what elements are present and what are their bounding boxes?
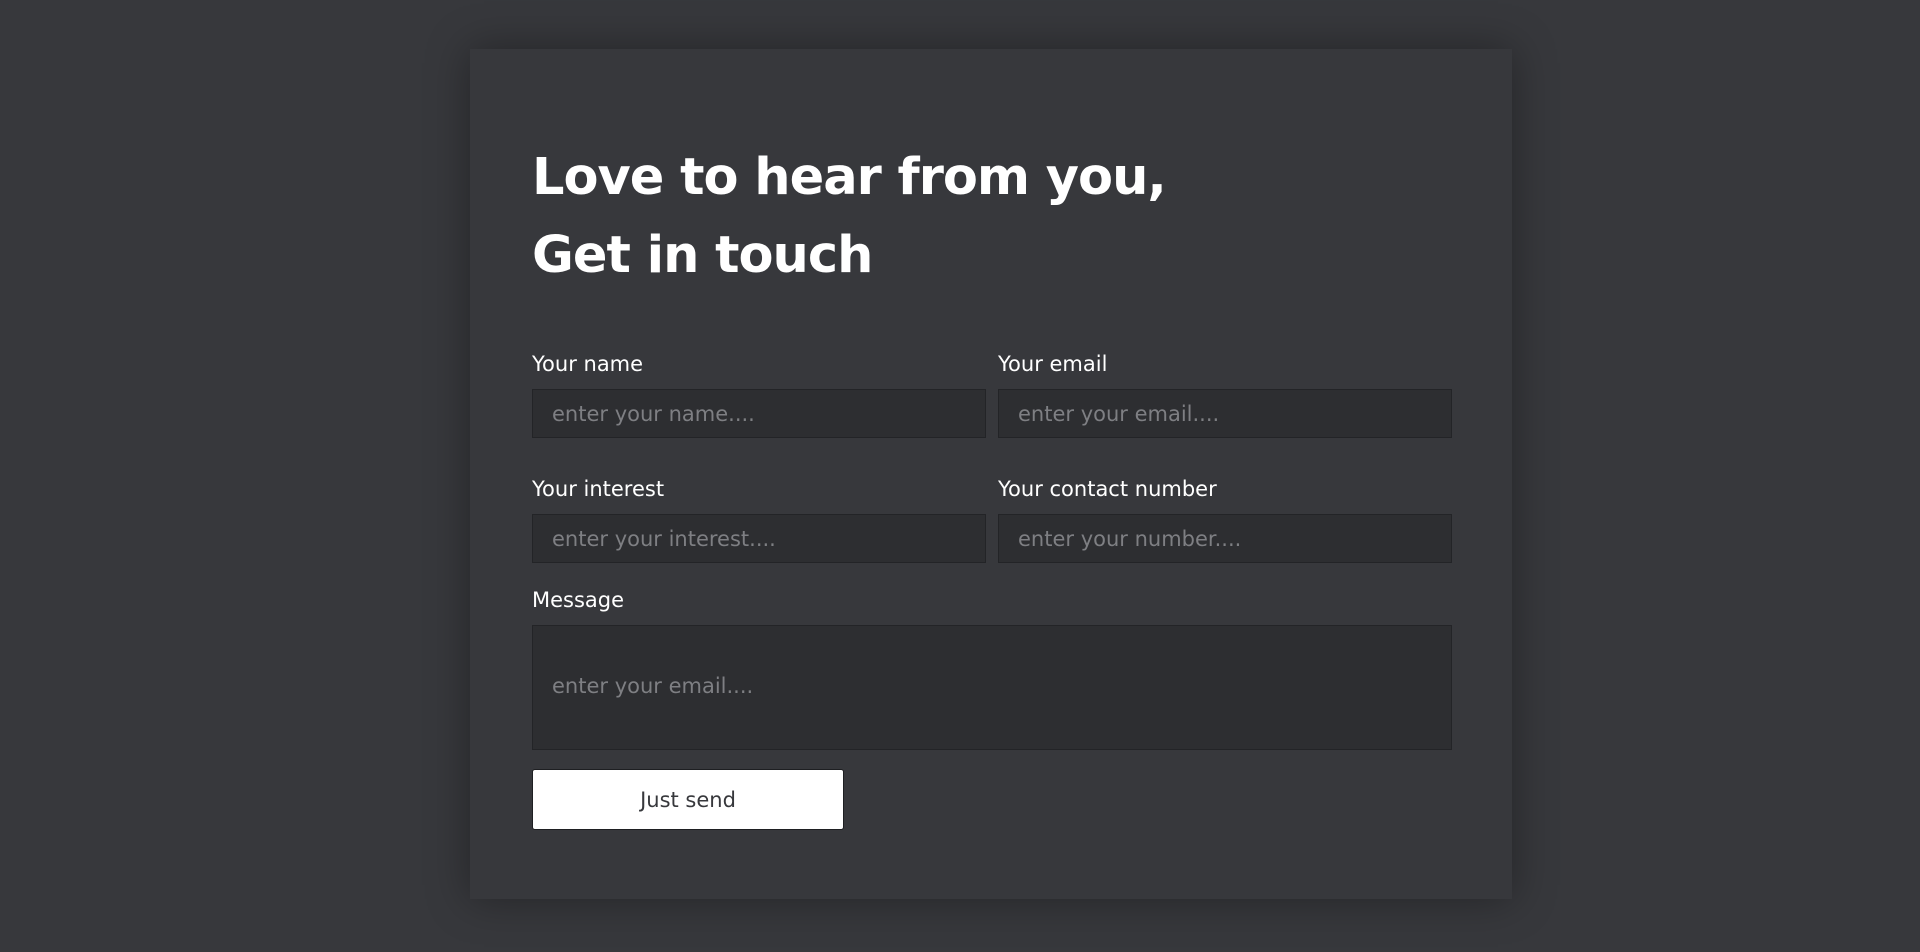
page: Love to hear from you, Get in touch Your… [0, 0, 1920, 952]
message-label: Message [532, 588, 625, 612]
contact-number-label: Your contact number [998, 477, 1217, 501]
form-row-2: Your interest Your contact number [532, 474, 1452, 563]
message-textarea[interactable] [532, 625, 1452, 750]
page-title: Love to hear from you, Get in touch [532, 49, 1450, 295]
title-line-1: Love to hear from you, [532, 148, 1167, 207]
contact-field-group: Your contact number [998, 474, 1452, 563]
contact-number-input[interactable] [998, 514, 1452, 563]
name-input[interactable] [532, 389, 986, 438]
interest-field-group: Your interest [532, 474, 986, 563]
submit-button[interactable]: Just send [532, 769, 844, 830]
email-field-group: Your email [998, 349, 1452, 438]
email-label: Your email [998, 352, 1108, 376]
interest-label: Your interest [532, 477, 665, 501]
interest-input[interactable] [532, 514, 986, 563]
message-field-group: Message [532, 585, 1452, 750]
form-row-1: Your name Your email [532, 349, 1452, 438]
name-label: Your name [532, 352, 644, 376]
email-input[interactable] [998, 389, 1452, 438]
contact-card: Love to hear from you, Get in touch Your… [470, 49, 1512, 899]
contact-form: Your name Your email Your interest Your … [532, 349, 1452, 830]
title-line-2: Get in touch [532, 226, 873, 285]
name-field-group: Your name [532, 349, 986, 438]
